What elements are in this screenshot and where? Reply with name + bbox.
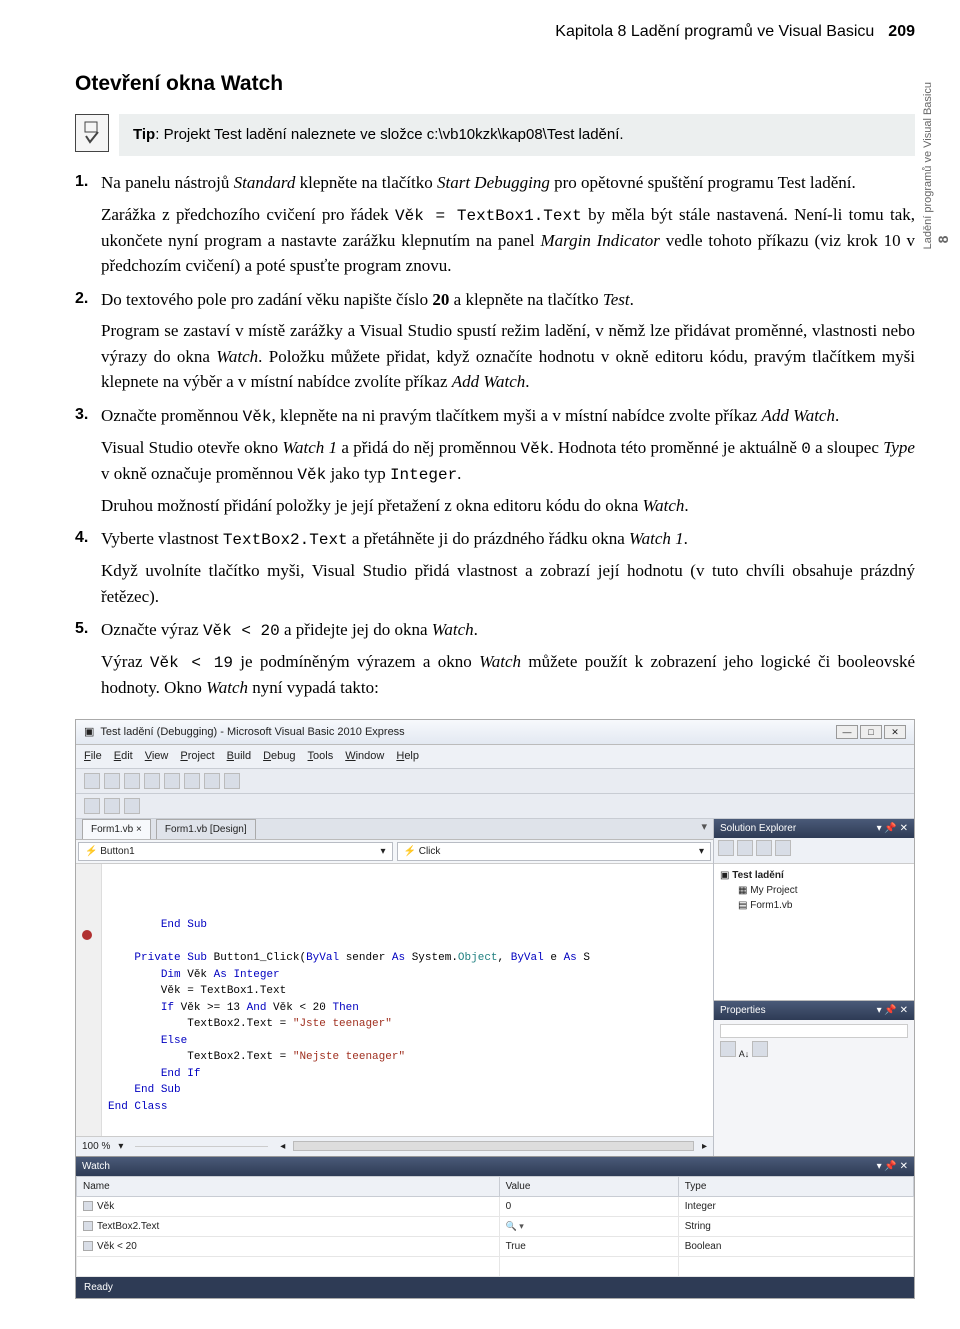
object-combo[interactable]: ⚡ Button1▾ [78,842,393,861]
editor-tabs[interactable]: Form1.vb × Form1.vb [Design] ▾ [76,819,713,840]
menu-item[interactable]: Project [180,750,214,762]
toolbar-button[interactable] [124,798,140,814]
section-title: Otevření okna Watch [75,68,915,100]
solution-explorer-tree[interactable]: ▣ Test ladění ▦ My Project ▤ Form1.vb [714,864,914,1001]
watch-row[interactable]: TextBox2.Text 🔍 ▾String [77,1216,914,1236]
solution-explorer-toolbar[interactable] [714,838,914,865]
menu-bar[interactable]: File Edit View Project Build Debug Tools Window… [76,745,914,769]
side-tab: Ladění programů ve Visual Basicu 8 [922,82,952,249]
toolbar-button[interactable] [144,773,160,789]
tip-box: Tip: Projekt Test ladění naleznete ve sl… [119,114,915,157]
margin-indicator[interactable] [76,864,102,1136]
watch-row[interactable]: Věk0Integer [77,1196,914,1216]
toolbar-button[interactable] [164,773,180,789]
minimize-button[interactable]: — [836,725,858,739]
step-item: 2.Do textového pole pro zadání věku napi… [75,287,915,395]
toolbar-secondary[interactable] [76,794,914,819]
solution-explorer-header[interactable]: Solution Explorer▾ 📌 ✕ [714,819,914,838]
toolbar[interactable] [76,769,914,794]
maximize-button[interactable]: □ [860,725,882,739]
watch-row-empty[interactable] [77,1256,914,1276]
tab-form-design[interactable]: Form1.vb [Design] [156,819,256,839]
tab-form-vb[interactable]: Form1.vb × [82,819,151,839]
menu-item[interactable]: Edit [114,750,133,762]
step-item: 3.Označte proměnnou Věk, klepněte na ni … [75,403,915,519]
menu-item[interactable]: Window [345,750,384,762]
breakpoint-icon[interactable] [82,930,92,940]
app-icon: ▣ [84,724,94,741]
menu-item[interactable]: Debug [263,750,295,762]
step-item: 5.Označte výraz Věk < 20 a přidejte jej … [75,617,915,701]
toolbar-button[interactable] [184,773,200,789]
running-header: Kapitola 8 Ladění programů ve Visual Bas… [75,20,915,44]
toolbar-button[interactable] [104,798,120,814]
watch-row[interactable]: Věk < 20TrueBoolean [77,1236,914,1256]
menu-item[interactable]: Build [227,750,251,762]
watch-header[interactable]: Watch ▾ 📌 ✕ [76,1157,914,1176]
code-editor[interactable]: End Sub Private Sub Button1_Click(ByVal … [76,864,713,1136]
menu-item[interactable]: View [145,750,169,762]
menu-item[interactable]: Tools [308,750,334,762]
toolbar-button[interactable] [204,773,220,789]
ide-titlebar: ▣ Test ladění (Debugging) - Microsoft Vi… [76,720,914,746]
tip-icon [75,114,109,152]
toolbar-button[interactable] [124,773,140,789]
status-bar: Ready [76,1277,914,1298]
toolbar-button[interactable] [84,798,100,814]
toolbar-button[interactable] [84,773,100,789]
toolbar-button[interactable] [224,773,240,789]
step-item: 4.Vyberte vlastnost TextBox2.Text a přet… [75,526,915,609]
step-item: 1.Na panelu nástrojů Standard klepněte n… [75,170,915,279]
toolbar-button[interactable] [104,773,120,789]
watch-col-value[interactable]: Value [499,1176,678,1196]
close-button[interactable]: ✕ [884,725,906,739]
watch-col-type[interactable]: Type [678,1176,913,1196]
properties-header[interactable]: Properties▾ 📌 ✕ [714,1001,914,1020]
menu-item[interactable]: File [84,750,102,762]
event-combo[interactable]: ⚡ Click▾ [397,842,712,861]
menu-item[interactable]: Help [396,750,419,762]
watch-panel[interactable]: Watch ▾ 📌 ✕ Name Value Type Věk0IntegerT… [76,1156,914,1277]
watch-col-name[interactable]: Name [77,1176,500,1196]
properties-panel[interactable]: A↓ [714,1020,914,1156]
ide-screenshot: ▣ Test ladění (Debugging) - Microsoft Vi… [75,719,915,1299]
zoom-bar[interactable]: 100 %▾◂▸ [76,1136,713,1156]
